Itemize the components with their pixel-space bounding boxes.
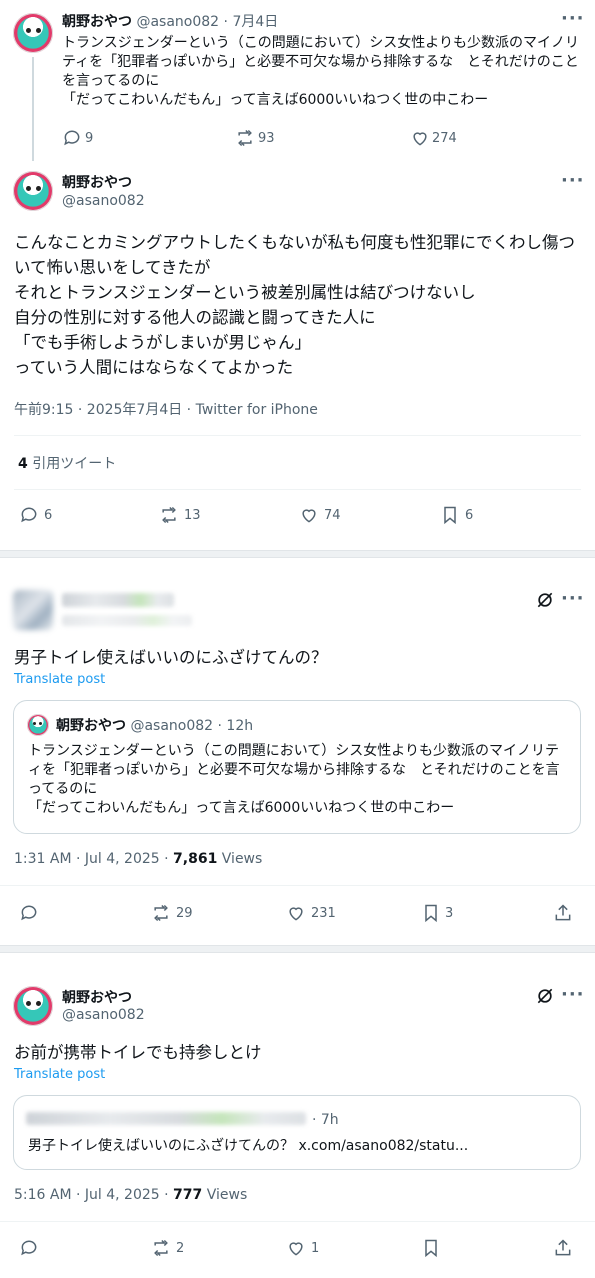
retweet-icon[interactable] — [159, 505, 179, 525]
reply-count: 6 — [44, 508, 53, 523]
avatar[interactable] — [13, 986, 53, 1026]
bookmark-icon[interactable] — [440, 505, 460, 525]
screenshot-separator — [0, 545, 595, 563]
avatar[interactable] — [13, 13, 53, 53]
like-count: 1 — [311, 1241, 320, 1256]
like-icon[interactable] — [299, 505, 319, 525]
like-icon[interactable] — [286, 1238, 306, 1258]
quoted-body: 男子トイレ使えばいいのにふざけてんの？ x.com/asano082/statu… — [28, 1138, 469, 1154]
share-icon[interactable] — [553, 903, 573, 923]
handle[interactable]: @asano082 — [62, 1007, 145, 1023]
retweet-icon[interactable] — [235, 128, 255, 148]
views-label: Views — [221, 851, 263, 867]
reply-icon[interactable] — [19, 903, 39, 923]
screenshot-separator — [0, 940, 595, 958]
display-name[interactable]: 朝野おやつ — [62, 172, 132, 192]
avatar[interactable] — [13, 171, 53, 211]
quoted-body: トランスジェンダーという（この問題において）シス女性よりも少数派のマイノリティを… — [28, 743, 560, 816]
post-meta[interactable]: 1:31 AM · Jul 4, 2025 · 7,861 Views — [14, 851, 262, 867]
views-count: 7,861 — [173, 851, 218, 867]
retweet-count: 2 — [176, 1241, 185, 1256]
bookmark-count: 3 — [445, 906, 454, 921]
post-body: こんなことカミングアウトしたくもないが私も何度も性犯罪にでくわし傷ついて怖い思い… — [14, 233, 575, 377]
post-meta[interactable]: 5:16 AM · Jul 4, 2025 · 777 Views — [14, 1187, 247, 1203]
quoted-post[interactable]: · 7h 男子トイレ使えばいいのにふざけてんの？ x.com/asano082/… — [13, 1095, 581, 1170]
grok-icon[interactable] — [535, 590, 555, 610]
share-icon[interactable] — [553, 1238, 573, 1258]
post-body: トランスジェンダーという（この問題において）シス女性よりも少数派のマイノリティを… — [62, 35, 580, 108]
like-count: 74 — [324, 508, 341, 523]
redacted-quote-author — [26, 1112, 306, 1125]
like-icon[interactable] — [410, 128, 430, 148]
translate-link[interactable]: Translate post — [14, 672, 105, 687]
like-count: 274 — [432, 131, 457, 146]
redacted-name — [62, 593, 174, 607]
avatar-redacted — [13, 590, 53, 630]
handle[interactable]: @asano082 — [136, 14, 219, 30]
like-icon[interactable] — [286, 903, 306, 923]
redacted-handle — [62, 615, 192, 626]
post-body: 男子トイレ使えばいいのにふざけてんの？ — [14, 648, 328, 667]
translate-link[interactable]: Translate post — [14, 1067, 105, 1082]
retweet-count: 29 — [176, 906, 193, 921]
more-icon[interactable]: ··· — [561, 588, 585, 609]
display-name[interactable]: 朝野おやつ — [62, 14, 132, 30]
reply-icon[interactable] — [62, 128, 82, 148]
retweet-icon[interactable] — [151, 903, 171, 923]
reply-icon[interactable] — [19, 505, 39, 525]
views-count: 777 — [173, 1187, 203, 1203]
handle[interactable]: @asano082 — [62, 193, 145, 209]
post-meta[interactable]: 午前9:15 · 2025年7月4日 · Twitter for iPhone — [14, 399, 318, 419]
display-name[interactable]: 朝野おやつ — [62, 987, 132, 1007]
thread-line — [32, 57, 34, 161]
bookmark-icon[interactable] — [421, 1238, 441, 1258]
handle: @asano082 — [130, 718, 214, 734]
retweet-count: 13 — [184, 508, 201, 523]
bookmark-icon[interactable] — [421, 903, 441, 923]
avatar — [27, 714, 49, 736]
retweet-icon[interactable] — [151, 1238, 171, 1258]
post-date[interactable]: 7月4日 — [232, 14, 278, 30]
display-name: 朝野おやつ — [56, 718, 126, 734]
bookmark-count: 6 — [465, 508, 474, 523]
post-body: お前が携帯トイレでも持参しとけ — [14, 1043, 262, 1062]
quote-tweets-link[interactable]: 4 引用ツイート — [18, 453, 116, 473]
quote-label: 引用ツイート — [32, 456, 117, 472]
like-count: 231 — [311, 906, 336, 921]
retweet-count: 93 — [258, 131, 275, 146]
more-icon[interactable]: ··· — [561, 984, 585, 1005]
reply-count: 9 — [85, 131, 94, 146]
post-time: · 7h — [312, 1112, 339, 1128]
post-time: · 12h — [217, 718, 254, 734]
more-icon[interactable]: ··· — [561, 8, 585, 29]
quoted-post[interactable]: 朝野おやつ @asano082 · 12h トランスジェンダーという（この問題に… — [13, 700, 581, 834]
reply-icon[interactable] — [19, 1238, 39, 1258]
views-label: Views — [206, 1187, 248, 1203]
quote-count: 4 — [18, 456, 28, 472]
more-icon[interactable]: ··· — [561, 170, 585, 191]
grok-icon[interactable] — [535, 986, 555, 1006]
